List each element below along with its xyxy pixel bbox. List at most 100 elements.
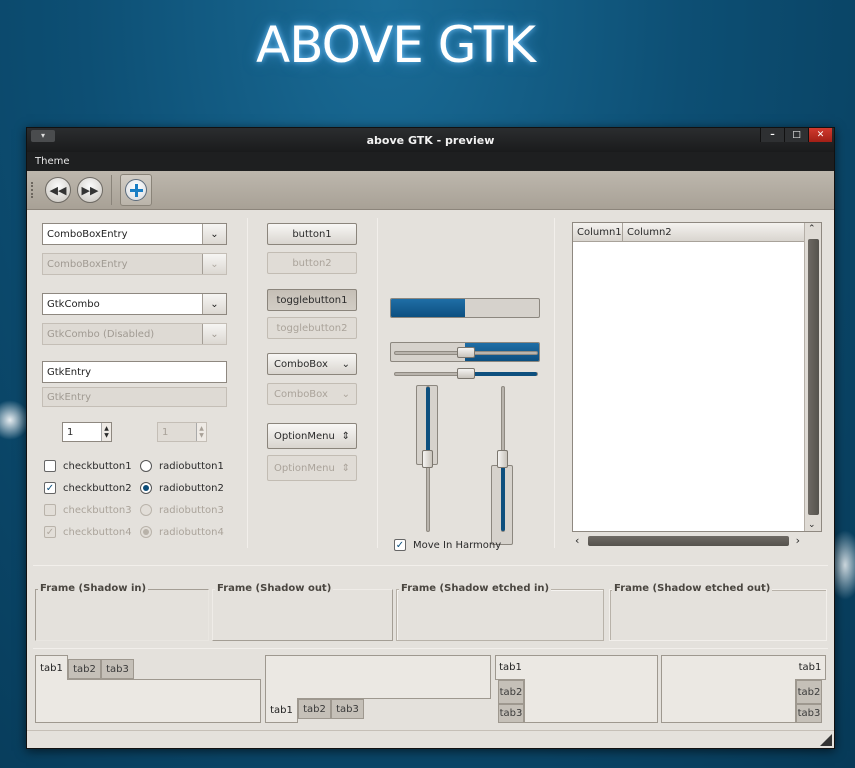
- checkbox-checked-disabled: ✓: [44, 526, 56, 538]
- tree-view[interactable]: Column1 Column2 ⌃ ⌄: [572, 222, 822, 532]
- spin-arrows: ▲ ▼: [196, 423, 206, 441]
- menu-theme[interactable]: Theme: [35, 156, 70, 167]
- gtk-combo[interactable]: GtkCombo ⌄: [42, 293, 227, 315]
- tab-3[interactable]: tab3: [796, 704, 822, 723]
- checkbox-checked[interactable]: ✓: [44, 482, 56, 494]
- hscale-1[interactable]: [394, 346, 538, 360]
- option-menu-disabled: OptionMenu ⇕: [267, 455, 357, 481]
- combobox-entry[interactable]: ComboBoxEntry ⌄: [42, 223, 227, 245]
- gtk-entry-disabled: GtkEntry: [42, 387, 227, 407]
- radio[interactable]: [140, 460, 152, 472]
- section-separator: [33, 648, 828, 649]
- tab-1[interactable]: tab1: [35, 655, 68, 680]
- maximize-button[interactable]: □: [784, 128, 808, 142]
- checkbutton-label: checkbutton2: [63, 482, 132, 494]
- combobox[interactable]: ComboBox ⌄: [267, 353, 357, 375]
- column-header-1[interactable]: Column1: [573, 223, 623, 241]
- notebook-tabs-top: tab1 tab2 tab3: [35, 655, 261, 723]
- slider-thumb[interactable]: [422, 450, 433, 468]
- togglebutton2: togglebutton2: [267, 317, 357, 339]
- preview-window: ▾ above GTK - preview – □ ✕ Theme ◀◀ ▶▶ …: [26, 127, 835, 749]
- checkbox[interactable]: [44, 460, 56, 472]
- tab-3[interactable]: tab3: [498, 704, 524, 723]
- vertical-scrollbar[interactable]: ⌃ ⌄: [804, 223, 821, 531]
- scroll-left-icon[interactable]: ‹: [575, 534, 579, 547]
- tab-2[interactable]: tab2: [68, 659, 101, 679]
- radio-disabled: [140, 504, 152, 516]
- scrollbar-thumb[interactable]: [808, 239, 819, 515]
- button1[interactable]: button1: [267, 223, 357, 245]
- tab-3[interactable]: tab3: [101, 659, 134, 679]
- radiobutton-label: radiobutton4: [159, 526, 224, 538]
- column-header-2[interactable]: Column2: [623, 223, 804, 241]
- slider-thumb[interactable]: [457, 368, 475, 379]
- slider-thumb[interactable]: [457, 347, 475, 358]
- slider-thumb[interactable]: [497, 450, 508, 468]
- gtk-entry-disabled-value: GtkEntry: [47, 391, 92, 403]
- gtk-combo-value: GtkCombo: [47, 298, 100, 310]
- window-menu-button[interactable]: ▾: [31, 130, 55, 142]
- move-in-harmony-check[interactable]: ✓ Move In Harmony: [394, 539, 501, 551]
- notebook-tabs-bottom: tab1 tab2 tab3: [265, 655, 491, 723]
- combobox-entry-value: ComboBoxEntry: [47, 228, 128, 240]
- toolbar-grip-handle[interactable]: [31, 182, 35, 198]
- close-button[interactable]: ✕: [808, 128, 832, 142]
- checkbox-disabled: [44, 504, 56, 516]
- gtk-entry[interactable]: GtkEntry: [42, 361, 227, 383]
- notebook-page: [35, 679, 261, 723]
- hero-title: ABOVE GTK: [256, 16, 536, 74]
- vscale-1[interactable]: [420, 386, 436, 532]
- radio-selected[interactable]: [140, 482, 152, 494]
- spin-up-icon[interactable]: ▲: [104, 425, 109, 432]
- spin-down-icon[interactable]: ▼: [104, 432, 109, 439]
- tab-1[interactable]: tab1: [265, 698, 298, 723]
- spin-button-disabled: 1 ▲ ▼: [157, 422, 207, 442]
- radiobutton-3: radiobutton3: [140, 504, 224, 516]
- radiobutton-label: radiobutton1: [159, 460, 224, 472]
- tab-2[interactable]: tab2: [298, 699, 331, 719]
- resize-grip-icon[interactable]: [820, 734, 832, 746]
- horizontal-scrollbar[interactable]: ‹ ›: [572, 533, 805, 549]
- spin-button[interactable]: 1 ▲ ▼: [62, 422, 112, 442]
- tab-2[interactable]: tab2: [498, 680, 524, 704]
- tab-3[interactable]: tab3: [331, 699, 364, 719]
- chevron-down-icon: ⌄: [202, 324, 226, 344]
- togglebutton1[interactable]: togglebutton1: [267, 289, 357, 311]
- radiobutton-1[interactable]: radiobutton1: [140, 460, 224, 472]
- fast-forward-icon[interactable]: ▶▶: [77, 177, 103, 203]
- scroll-up-icon[interactable]: ⌃: [808, 224, 816, 234]
- up-down-arrows-icon: ⇕: [341, 430, 350, 442]
- add-icon: [125, 179, 147, 201]
- radiobutton-label: radiobutton3: [159, 504, 224, 516]
- chevron-down-icon[interactable]: ⌄: [202, 224, 226, 244]
- titlebar[interactable]: ▾ above GTK - preview – □ ✕: [27, 128, 834, 152]
- hscale-2[interactable]: [394, 367, 538, 381]
- checkbox-checked[interactable]: ✓: [394, 539, 406, 551]
- chevron-down-icon[interactable]: ⌄: [202, 294, 226, 314]
- minimize-button[interactable]: –: [760, 128, 784, 142]
- section-separator: [33, 565, 828, 566]
- tab-2[interactable]: tab2: [796, 680, 822, 704]
- vscale-2[interactable]: [495, 386, 511, 532]
- scroll-down-icon[interactable]: ⌄: [808, 520, 816, 530]
- scroll-right-icon[interactable]: ›: [796, 534, 800, 547]
- spin-button-value: 1: [67, 426, 74, 438]
- option-menu-value: OptionMenu: [274, 462, 335, 474]
- up-down-arrows-icon: ⇕: [341, 462, 350, 474]
- checkbutton-1[interactable]: checkbutton1: [44, 460, 132, 472]
- option-menu[interactable]: OptionMenu ⇕: [267, 423, 357, 449]
- add-button[interactable]: [120, 174, 152, 206]
- progress-bar-ltr: [390, 298, 540, 318]
- column-separator: [377, 218, 378, 548]
- rewind-icon[interactable]: ◀◀: [45, 177, 71, 203]
- tab-1[interactable]: tab1: [795, 655, 826, 680]
- checkbutton-2[interactable]: ✓ checkbutton2: [44, 482, 132, 494]
- notebook-page: [265, 655, 491, 699]
- statusbar: [27, 730, 834, 748]
- chevron-down-icon: ⌄: [341, 358, 350, 370]
- frame-label: Frame (Shadow in): [38, 583, 149, 594]
- spin-arrows[interactable]: ▲ ▼: [101, 423, 111, 441]
- radiobutton-2[interactable]: radiobutton2: [140, 482, 224, 494]
- tab-1[interactable]: tab1: [495, 655, 525, 680]
- scrollbar-thumb[interactable]: [588, 536, 789, 546]
